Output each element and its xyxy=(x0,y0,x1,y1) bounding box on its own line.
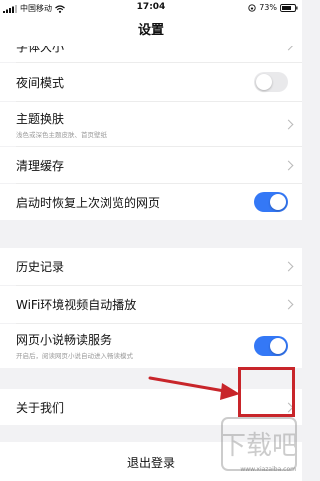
chevron-right-icon xyxy=(283,46,294,51)
setting-font-size-label: 字体大小 xyxy=(16,46,65,54)
setting-clear-cache[interactable]: 清理缓存 xyxy=(0,147,302,183)
watermark-text: 下载吧 xyxy=(220,431,298,461)
header: 设置 xyxy=(0,16,302,46)
toggle-knob xyxy=(270,338,286,354)
setting-restore-pages[interactable]: 启动时恢复上次浏览的网页 xyxy=(0,184,302,220)
page-title: 设置 xyxy=(137,23,164,38)
night-mode-toggle[interactable] xyxy=(254,72,288,92)
setting-theme[interactable]: 主题换肤 浅色或深色主题皮肤、首页壁纸 xyxy=(0,102,302,146)
toggle-knob xyxy=(256,74,272,90)
battery-percent: 73% xyxy=(259,3,277,12)
setting-clear-cache-label: 清理缓存 xyxy=(16,159,65,173)
setting-about-label: 关于我们 xyxy=(16,401,65,415)
chevron-right-icon xyxy=(283,119,294,130)
setting-theme-label: 主题换肤 xyxy=(16,112,65,126)
setting-novel-mode[interactable]: 网页小说畅读服务 开启后，阅读网页小说自动进入畅读模式 xyxy=(0,324,302,368)
status-right: 73% xyxy=(248,3,298,12)
chevron-right-icon xyxy=(283,299,294,310)
battery-icon xyxy=(280,3,298,12)
chevron-right-icon xyxy=(283,261,294,272)
setting-restore-pages-label: 启动时恢复上次浏览的网页 xyxy=(16,196,161,210)
setting-theme-subtitle: 浅色或深色主题皮肤、首页壁纸 xyxy=(16,131,107,139)
watermark-url: www.xiazaiba.com xyxy=(240,466,296,473)
setting-novel-mode-subtitle: 开启后，阅读网页小说自动进入畅读模式 xyxy=(16,352,133,360)
orientation-lock-icon xyxy=(248,3,256,12)
annotation-arrow xyxy=(148,376,240,400)
chevron-right-icon xyxy=(283,160,294,171)
setting-history[interactable]: 历史记录 xyxy=(0,248,302,285)
toggle-knob xyxy=(270,194,286,210)
setting-night-mode-label: 夜间模式 xyxy=(16,76,65,90)
novel-mode-toggle[interactable] xyxy=(254,336,288,356)
setting-novel-mode-label: 网页小说畅读服务 xyxy=(16,333,113,347)
setting-wifi-autoplay[interactable]: WiFi环境视频自动播放 xyxy=(0,286,302,323)
status-bar: 中国移动 17:04 73% xyxy=(0,0,302,16)
restore-pages-toggle[interactable] xyxy=(254,192,288,212)
setting-night-mode[interactable]: 夜间模式 xyxy=(0,63,302,101)
highlight-box xyxy=(238,367,295,417)
setting-history-label: 历史记录 xyxy=(16,260,65,274)
setting-font-size[interactable]: 字体大小 xyxy=(0,46,302,62)
setting-wifi-autoplay-label: WiFi环境视频自动播放 xyxy=(16,298,137,312)
